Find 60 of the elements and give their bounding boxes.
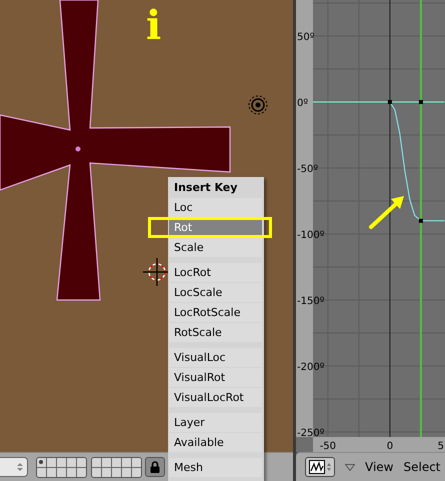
y-tick-label: -100º — [297, 230, 324, 241]
layer-toggle[interactable] — [132, 468, 141, 476]
layer-toggle[interactable] — [112, 458, 121, 466]
layer-toggle[interactable] — [47, 468, 56, 476]
menu-item[interactable]: Loc — [169, 198, 262, 217]
layer-toggle[interactable] — [47, 458, 56, 466]
info-letter: i — [146, 6, 162, 46]
up-down-arrows-icon — [17, 462, 23, 472]
editor-type-button[interactable] — [305, 457, 335, 477]
x-tick-label: 5 — [438, 441, 444, 452]
keyframe-point[interactable] — [418, 100, 423, 104]
menu-item[interactable]: VisualLoc — [169, 348, 262, 367]
object-origin-icon — [76, 146, 80, 152]
menu-item[interactable]: LocRot — [169, 263, 262, 282]
y-tick-label: -50º — [297, 164, 318, 176]
layer-toggle[interactable] — [102, 468, 111, 476]
menu-item[interactable]: LocRotScale — [169, 303, 262, 322]
layer-toggle[interactable] — [77, 458, 86, 466]
y-tick-label: 0º — [297, 98, 308, 110]
lamp-icon — [248, 96, 268, 114]
y-tick-label: 50º — [297, 32, 314, 44]
menu-item[interactable]: Mesh — [169, 458, 262, 477]
layer-toggle[interactable] — [77, 468, 86, 476]
draw-mode-dropdown[interactable] — [0, 457, 28, 477]
lock-toggle[interactable] — [145, 457, 165, 477]
layer-toggle[interactable] — [57, 468, 66, 476]
menu-item[interactable]: VisualRot — [169, 368, 262, 387]
menu-item[interactable]: LocScale — [169, 283, 262, 302]
layer-toggle[interactable] — [67, 468, 76, 476]
menu-item[interactable]: Scale — [169, 238, 262, 257]
padlock-icon — [150, 461, 160, 473]
layer-toggle[interactable] — [37, 458, 46, 466]
layer-toggle[interactable] — [92, 468, 101, 476]
layer-toggle[interactable] — [57, 458, 66, 466]
x-tick-label: -50 — [320, 441, 336, 452]
layer-toggle[interactable] — [102, 458, 111, 466]
layer-toggle[interactable] — [37, 468, 46, 476]
layer-toggle[interactable] — [92, 458, 101, 466]
menu-item[interactable]: VisualLocRot — [169, 388, 262, 407]
y-tick-label: -200º — [297, 362, 324, 373]
keyframe-point[interactable] — [418, 218, 423, 223]
menu-title: Insert Key — [168, 177, 264, 198]
layer-toggle[interactable] — [122, 468, 131, 476]
header-menu[interactable]: View — [365, 460, 394, 474]
collapse-triangle-icon[interactable] — [345, 464, 355, 470]
up-down-arrows-icon — [327, 462, 331, 472]
x-tick-label: 0 — [386, 441, 394, 452]
y-tick-label: -250º — [297, 428, 324, 439]
keyframe-point[interactable] — [388, 100, 392, 104]
menu-item[interactable]: RotScale — [169, 323, 262, 342]
y-tick-label: -150º — [297, 296, 324, 307]
header-menu[interactable]: Select — [403, 460, 441, 474]
layer-toggle[interactable] — [132, 458, 141, 466]
layer-toggle[interactable] — [67, 458, 76, 466]
layer-toggle[interactable] — [112, 468, 121, 476]
menu-item[interactable]: Layer — [169, 413, 262, 432]
graph-icon — [309, 460, 325, 474]
arrow-annotation — [369, 196, 404, 229]
layer-toggle[interactable] — [122, 458, 131, 466]
menu-item[interactable]: Available — [169, 433, 262, 452]
